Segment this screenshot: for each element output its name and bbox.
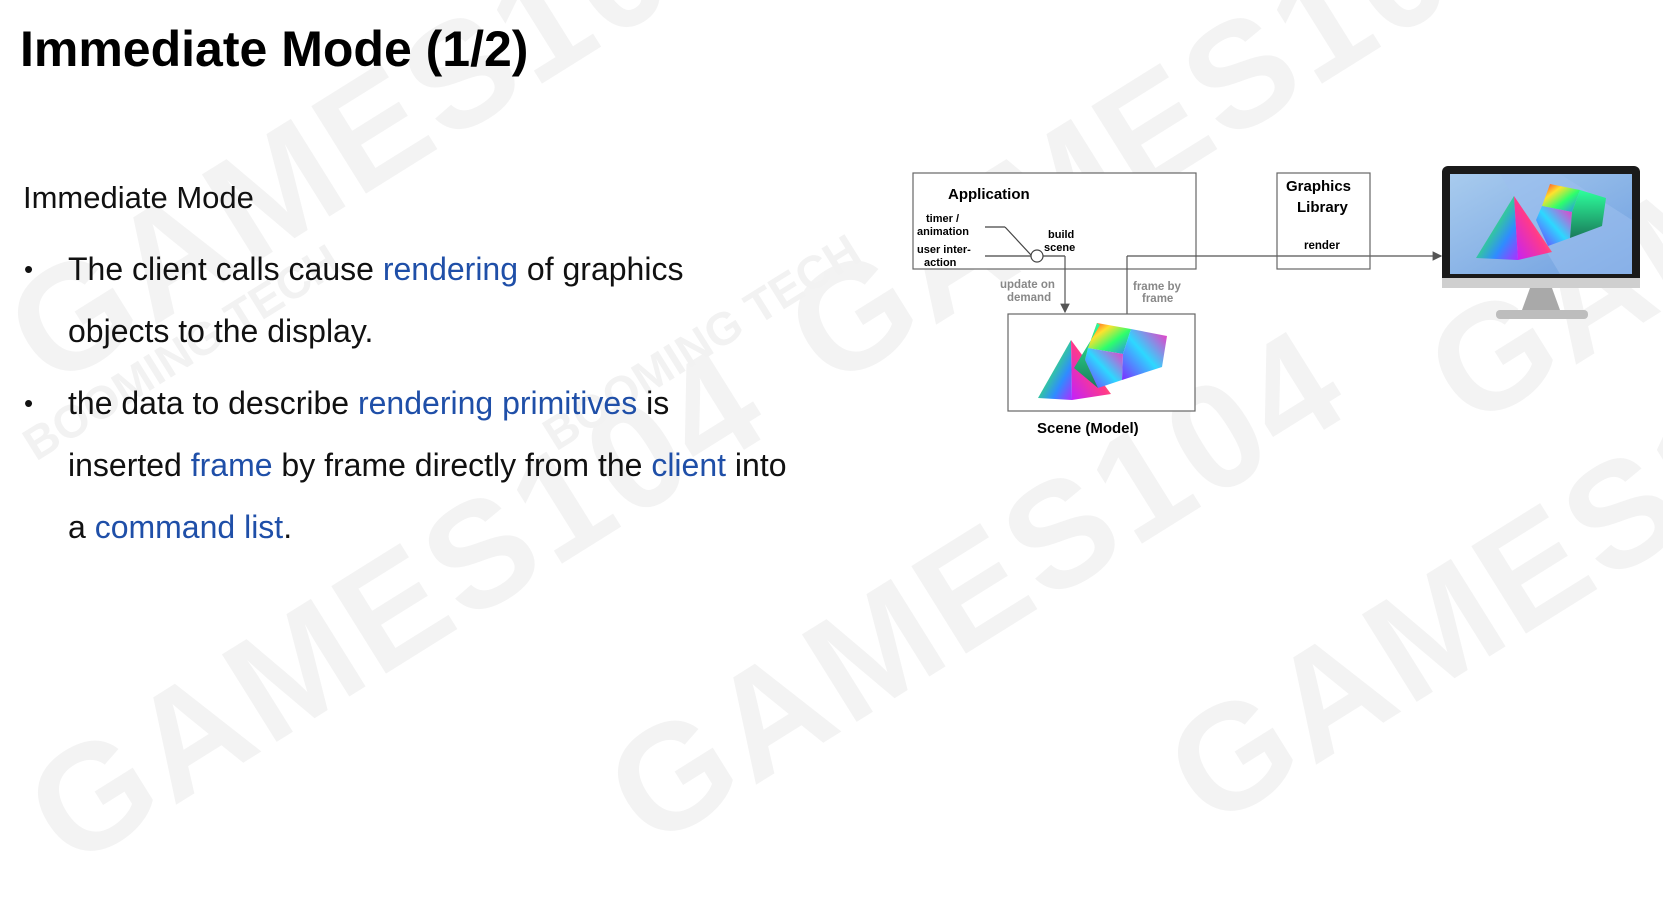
library-label: Library bbox=[1297, 199, 1349, 216]
demand-label: demand bbox=[1007, 292, 1051, 304]
animation-label: animation bbox=[917, 226, 969, 238]
graphics-label: Graphics bbox=[1286, 178, 1351, 195]
application-label: Application bbox=[948, 186, 1030, 203]
build-label: build bbox=[1048, 229, 1074, 241]
frame-by-frame-label: frame by bbox=[1133, 281, 1182, 293]
scene-model-label: Scene (Model) bbox=[1037, 420, 1139, 437]
immediate-mode-diagram: Application timer / animation user inter… bbox=[912, 166, 1640, 437]
timer-label: timer / bbox=[926, 213, 959, 225]
frame-label: frame bbox=[1142, 293, 1173, 305]
update-on-demand-label: update on bbox=[1000, 279, 1055, 291]
action-label: action bbox=[924, 257, 957, 269]
render-label: render bbox=[1304, 240, 1340, 252]
switch-node bbox=[1030, 249, 1044, 263]
monitor-icon bbox=[1442, 166, 1640, 319]
user-interaction-label: user inter- bbox=[917, 244, 971, 256]
scene-label-small: scene bbox=[1044, 242, 1075, 254]
